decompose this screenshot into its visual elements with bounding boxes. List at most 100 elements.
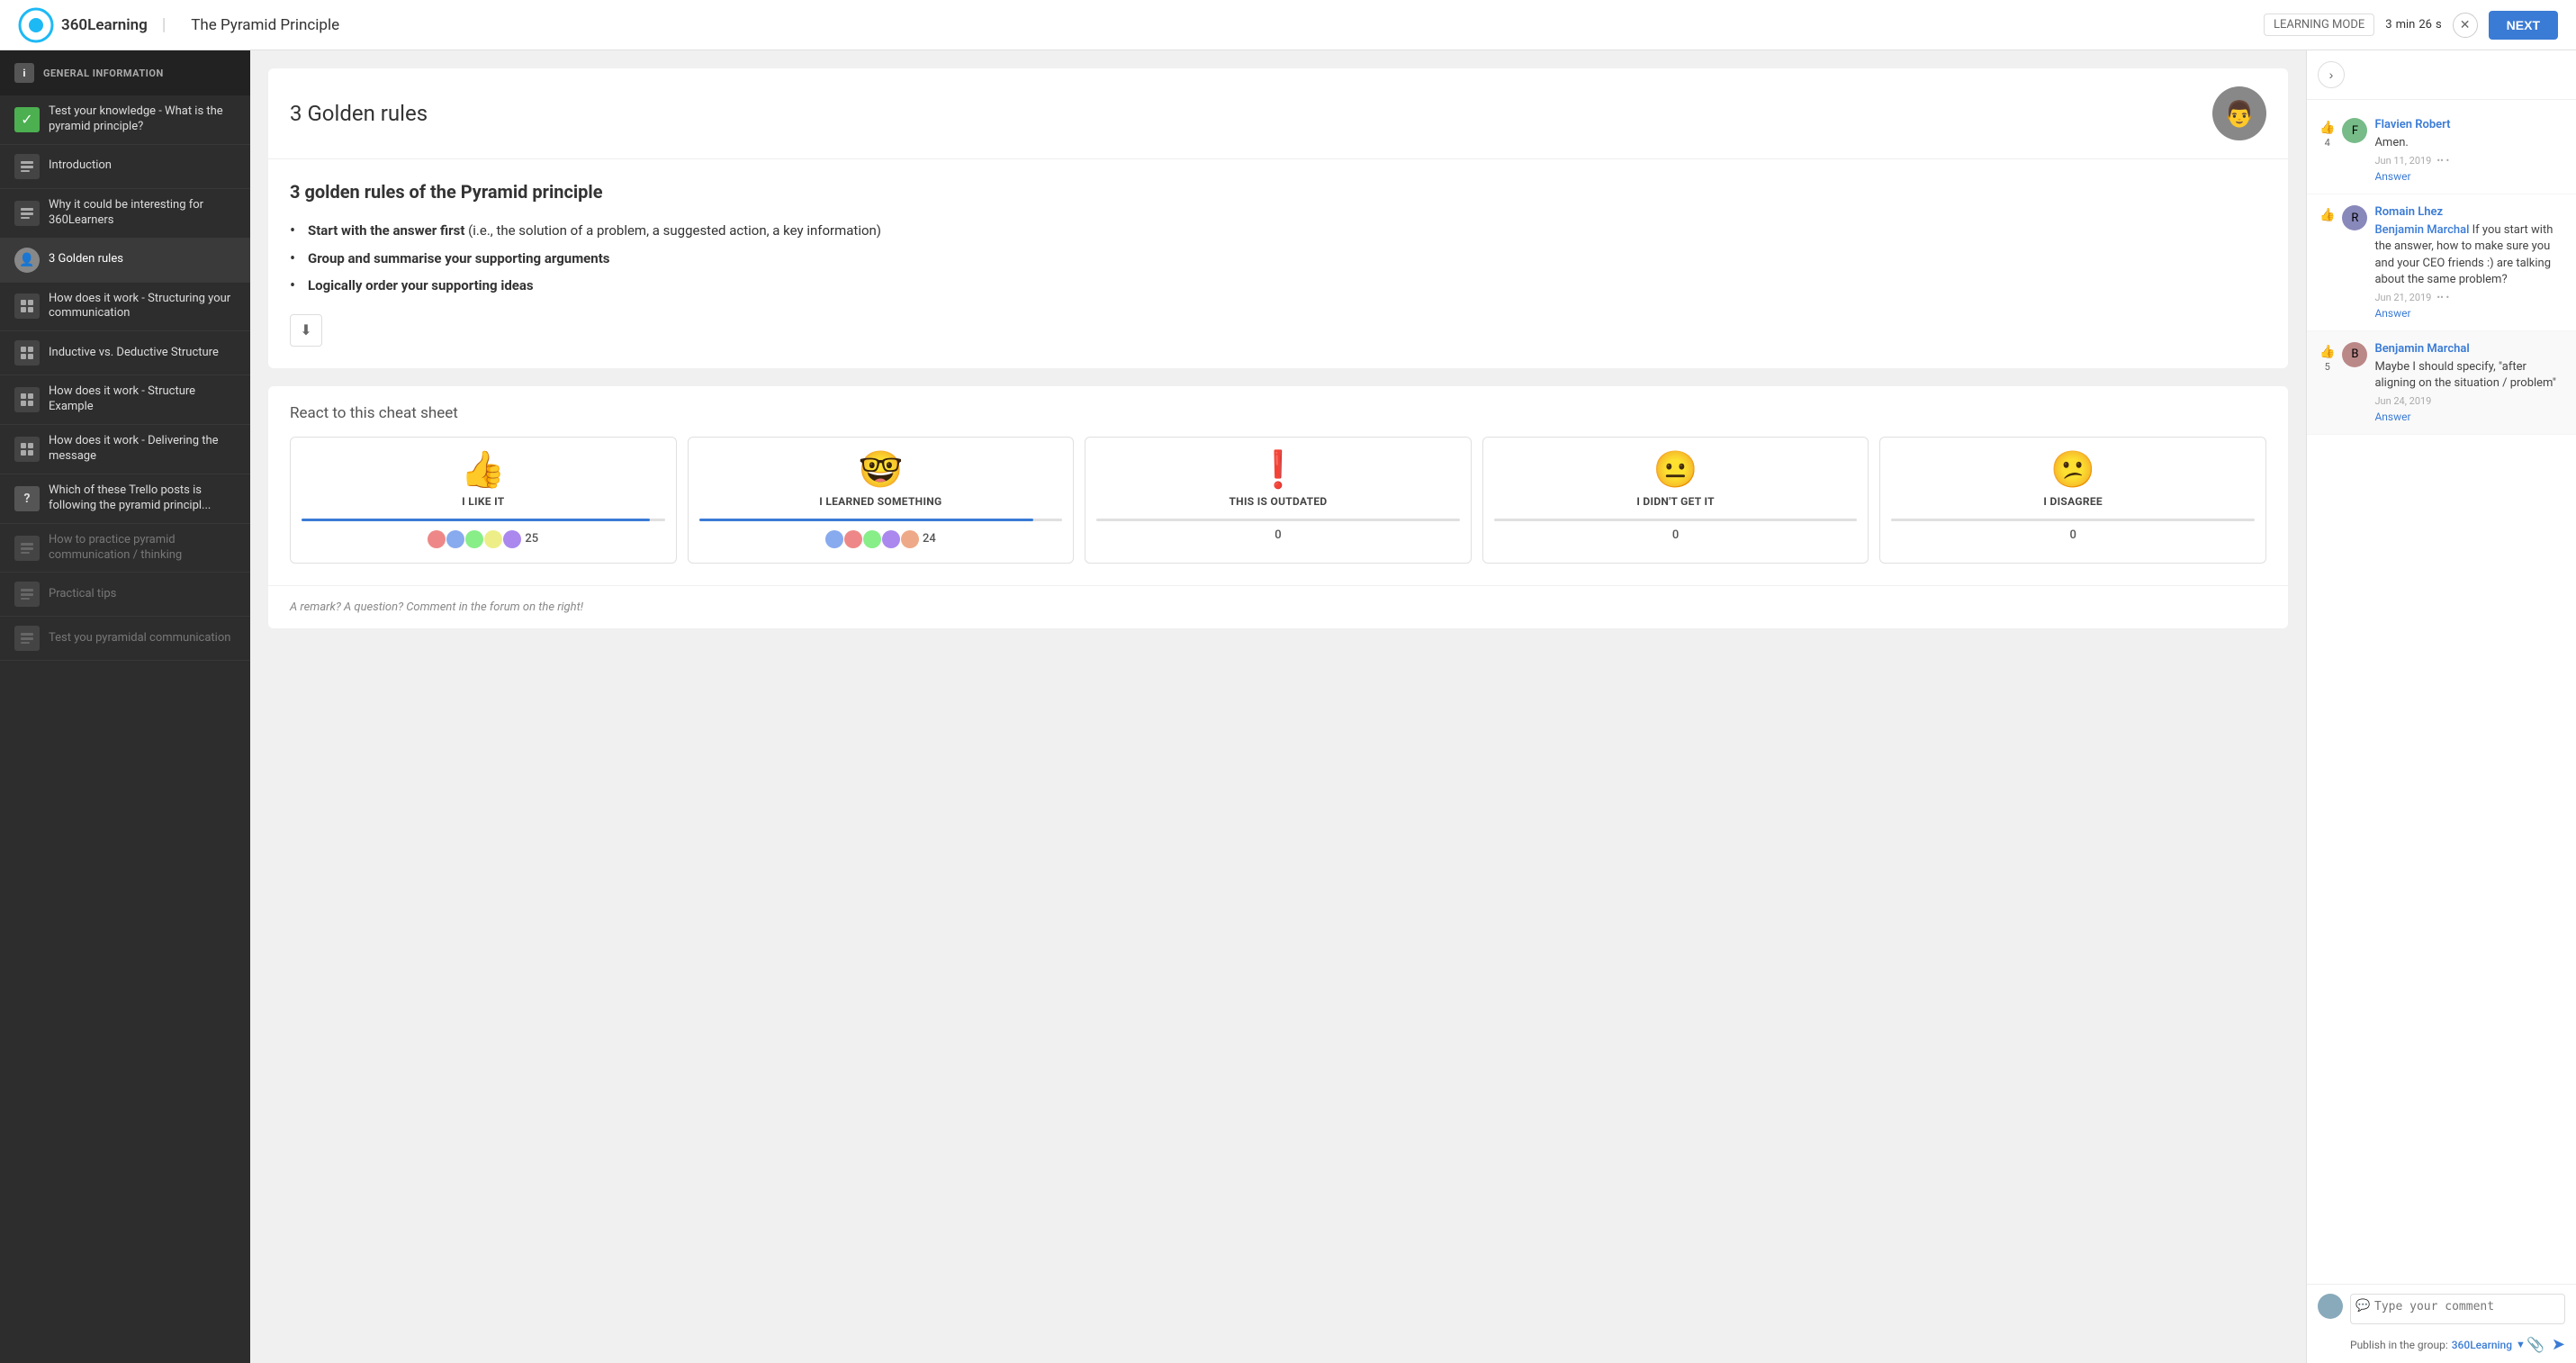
comment-like-button[interactable]: 👍 <box>2319 344 2335 359</box>
outdated-count: 0 <box>1274 528 1281 542</box>
comment-like-button[interactable]: 👍 <box>2319 120 2335 135</box>
sidebar-item-test-knowledge[interactable]: ✓ Test your knowledge - What is the pyra… <box>0 95 250 145</box>
sidebar-item-structure-example[interactable]: How does it work - Structure Example <box>0 375 250 425</box>
list-item: Group and summarise your supporting argu… <box>290 245 2266 273</box>
module-icon <box>14 293 40 319</box>
sidebar-item-label: How does it work - Delivering the messag… <box>49 434 236 465</box>
sidebar-item-3-golden-rules[interactable]: 👤 3 Golden rules <box>0 239 250 283</box>
sidebar-item-label: How does it work - Structuring your comm… <box>49 292 236 322</box>
reaction-didnt-get[interactable]: 😐 I DIDN'T GET IT 0 <box>1482 437 1869 564</box>
sidebar-item-introduction[interactable]: Introduction <box>0 145 250 189</box>
comment-meta: Jun 24, 2019 <box>2374 395 2563 407</box>
send-button[interactable]: ➤ <box>2552 1335 2565 1354</box>
didnt-get-emoji: 😐 <box>1653 452 1698 488</box>
sidebar-item-label: How does it work - Structure Example <box>49 384 236 415</box>
toggle-comments-button[interactable]: › <box>2318 61 2345 88</box>
comments-toggle: › <box>2307 50 2576 100</box>
brand-name: 360Learning <box>61 16 148 34</box>
comment-meta: Jun 11, 2019 •• • <box>2374 155 2563 167</box>
sidebar-item-label: Test your knowledge - What is the pyrami… <box>49 104 236 135</box>
next-button[interactable]: NEXT <box>2489 11 2558 40</box>
like-avatars <box>428 530 521 548</box>
bullet-rest: (i.e., the solution of a problem, a sugg… <box>464 222 881 239</box>
timer-min-label: min <box>2396 18 2416 32</box>
reactions-grid: 👍 I LIKE IT 25 <box>268 437 2288 585</box>
like-emoji: 👍 <box>461 452 506 488</box>
learned-avatars <box>825 530 919 548</box>
reaction-outdated[interactable]: ❗ THIS IS OUTDATED 0 <box>1085 437 1472 564</box>
card-body: 3 golden rules of the Pyramid principle … <box>268 159 2288 368</box>
like-bar <box>302 519 665 521</box>
bullet-bold: Logically order your supporting ideas <box>308 277 534 293</box>
sidebar-item-label: Test you pyramidal communication <box>49 631 230 646</box>
module-icon <box>14 437 40 462</box>
timer-sec-value: 26 <box>2418 18 2432 32</box>
sidebar-item-label: How to practice pyramid communication / … <box>49 533 236 564</box>
sidebar-item-delivering[interactable]: How does it work - Delivering the messag… <box>0 425 250 474</box>
download-button[interactable]: ⬇ <box>290 314 322 347</box>
group-selector: Publish in the group: 360Learning ▼ <box>2350 1339 2526 1351</box>
sidebar-item-inductive[interactable]: Inductive vs. Deductive Structure <box>0 331 250 375</box>
learned-count: 24 <box>923 532 936 546</box>
comment-input[interactable] <box>2350 1294 2565 1324</box>
module-icon <box>14 536 40 561</box>
comment-like-section: 👍 <box>2319 205 2335 320</box>
comment-reply-link[interactable]: Answer <box>2374 307 2563 320</box>
attach-button[interactable]: 📎 <box>2526 1335 2544 1354</box>
main-content: 3 Golden rules 👨 3 golden rules of the P… <box>250 50 2306 1363</box>
header: 360Learning | The Pyramid Principle LEAR… <box>0 0 2576 50</box>
comment-body: Flavien Robert Amen. Jun 11, 2019 •• • A… <box>2374 118 2563 183</box>
comment-mention: Benjamin Marchal <box>2374 223 2469 237</box>
comment-item: 👍 5 B Benjamin Marchal Maybe I should sp… <box>2307 331 2576 435</box>
didnt-get-bar <box>1494 519 1858 521</box>
comment-input-inner: 💬 Publish in the group: 360Learning ▼ 📎 … <box>2350 1294 2565 1354</box>
bullet-list: Start with the answer first (i.e., the s… <box>290 217 2266 300</box>
sidebar-item-practice[interactable]: How to practice pyramid communication / … <box>0 524 250 573</box>
timer-min-value: 3 <box>2385 18 2391 32</box>
outdated-bar <box>1096 519 1460 521</box>
sidebar-item-label: Which of these Trello posts is following… <box>49 483 236 514</box>
comments-list: 👍 4 F Flavien Robert Amen. Jun 11, 2019 … <box>2307 100 2576 1284</box>
close-button[interactable]: ✕ <box>2453 13 2478 38</box>
reaction-disagree[interactable]: 😕 I DISAGREE 0 <box>1879 437 2266 564</box>
comment-body: Benjamin Marchal Maybe I should specify,… <box>2374 342 2563 423</box>
comment-actions: 📎 ➤ <box>2526 1335 2565 1354</box>
chevron-down-icon: ▼ <box>2516 1339 2526 1350</box>
comment-reply-link[interactable]: Answer <box>2374 170 2563 183</box>
sidebar-item-structuring[interactable]: How does it work - Structuring your comm… <box>0 283 250 332</box>
reactions-title: React to this cheat sheet <box>268 386 2288 437</box>
module-icon <box>14 154 40 179</box>
learning-mode-badge: LEARNING MODE <box>2264 14 2374 36</box>
reaction-like[interactable]: 👍 I LIKE IT 25 <box>290 437 677 564</box>
comment-reply-link[interactable]: Answer <box>2374 411 2563 423</box>
sidebar-item-why-interesting[interactable]: Why it could be interesting for 360Learn… <box>0 189 250 239</box>
commenter-avatar: R <box>2342 205 2367 230</box>
meta-dots: •• • <box>2436 155 2449 167</box>
comment-author: Romain Lhez <box>2374 205 2563 219</box>
info-icon: i <box>14 63 34 83</box>
comment-date: Jun 24, 2019 <box>2374 395 2431 407</box>
group-name[interactable]: 360Learning <box>2452 1339 2512 1351</box>
list-item: Logically order your supporting ideas <box>290 272 2266 300</box>
user-avatar: 👤 <box>14 248 40 273</box>
reaction-learned[interactable]: 🤓 I LEARNED SOMETHING 24 <box>688 437 1075 564</box>
learned-bar-fill <box>699 519 1033 521</box>
logo-icon <box>18 7 54 43</box>
comment-item: 👍 4 F Flavien Robert Amen. Jun 11, 2019 … <box>2307 107 2576 194</box>
sidebar-item-label: 3 Golden rules <box>49 252 123 267</box>
card-header: 3 Golden rules 👨 <box>268 68 2288 159</box>
comment-meta: Jun 21, 2019 •• • <box>2374 292 2563 303</box>
avatar <box>882 530 900 548</box>
learned-bar <box>699 519 1063 521</box>
instructor-avatar: 👨 <box>2212 86 2266 140</box>
avatar <box>465 530 483 548</box>
sidebar-item-label: Introduction <box>49 158 112 174</box>
module-icon <box>14 626 40 651</box>
page-title: The Pyramid Principle <box>191 16 339 34</box>
sidebar-item-test-pyramidal[interactable]: Test you pyramidal communication <box>0 617 250 661</box>
sidebar-item-trello[interactable]: ? Which of these Trello posts is followi… <box>0 474 250 524</box>
sidebar-item-practical-tips[interactable]: Practical tips <box>0 573 250 617</box>
comment-like-button[interactable]: 👍 <box>2319 207 2335 222</box>
layout: i GENERAL INFORMATION ✓ Test your knowle… <box>0 50 2576 1363</box>
chat-icon: 💬 <box>2355 1299 2370 1313</box>
